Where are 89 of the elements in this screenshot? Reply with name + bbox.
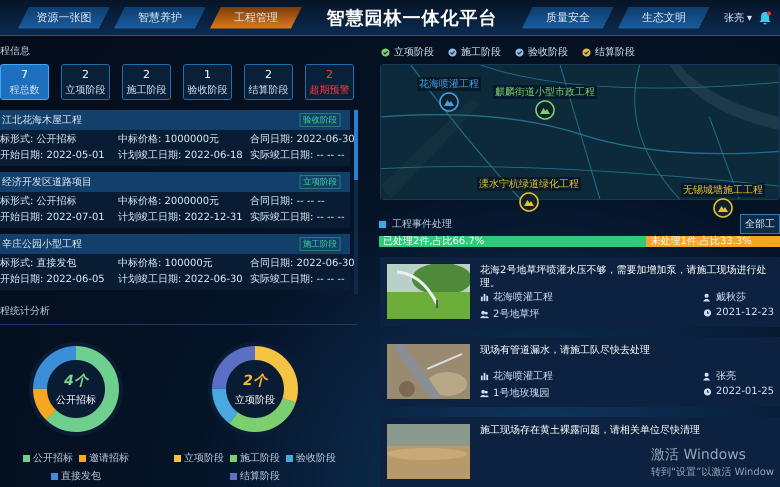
bell-icon[interactable] [758,10,772,24]
map-pin-icon[interactable] [535,100,555,120]
map-legend-label[interactable]: 结算阶段 [595,45,635,59]
project-field: 实际竣工日期: -- -- -- [250,211,350,225]
stage-tag: 立项阶段 [300,175,340,189]
map-legend-label[interactable]: 施工阶段 [461,45,501,59]
legend-label: 邀请招标 [89,452,129,465]
marker-label: 无锡城墙施工工程 [681,183,765,197]
map-pin-icon[interactable] [519,192,539,212]
legend-label: 结算阶段 [240,470,280,483]
event-project: 花海喷灌工程 [493,370,553,383]
marker-label: 溧水宁杭绿道绿化工程 [477,177,581,191]
section-title: 程信息 [0,44,31,59]
project-card[interactable]: 经济开发区道路项目 立项阶段 标形式: 公开招标 中标价格: 2000000元 合同日期: -- -- -- 开始日期: 2022-07-01 计划竣工日期: 2022-12-31 实际竣工日期: -- -- -- [0,172,350,228]
project-field: 计划竣工日期: 2022-12-31 [118,211,250,225]
event-location: 2号地草坪 [493,308,540,321]
project-field: 标形式: 公开招标 [0,195,118,209]
person-icon [702,372,712,380]
event-description: 现场有管道漏水，请施工队尽快去处理 [480,344,651,357]
map-legend-label[interactable]: 立项阶段 [394,45,434,59]
legend-label: 施工阶段 [240,452,280,465]
stat-card[interactable]: 7 程总数 [0,64,49,100]
nav-tab[interactable]: 工程管理 [210,6,302,28]
progress-text: 未处理1件,占比33.3% [650,236,752,247]
stat-card[interactable]: 2 立项阶段 [61,64,110,100]
project-field: 计划竣工日期: 2022-06-30 [118,273,250,287]
user-menu[interactable]: 张亮 ▾ [724,10,752,24]
project-field: 标形式: 公开招标 [0,133,118,147]
event-project: 花海喷灌工程 [493,290,553,304]
project-field: 标形式: 直接发包 [0,257,118,271]
activation-text: 转到“设置”以激活 Window [651,466,774,479]
legend-label: 公开招标 [33,452,73,465]
project-field: 开始日期: 2022-06-05 [0,273,118,287]
stage-tag: 验收阶段 [300,113,340,127]
marker-label: 麒麟街道小型市政工程 [493,85,597,99]
event-date: 2022-01-25 [716,386,774,397]
event-location: 1号地玫瑰园 [493,386,550,400]
project-name: 辛庄公园小型工程 [2,238,82,251]
project-name: 江北花海木屋工程 [2,114,82,127]
project-field: 中标价格: 2000000元 [118,195,250,209]
scrollbar[interactable] [354,110,358,294]
people-icon [480,310,489,318]
legend-label: 立项阶段 [184,452,224,465]
event-card[interactable]: 现场有管道漏水，请施工队尽快去处理 花海喷灌工程 1号地玫瑰园 张亮 2022-01-25 [380,337,780,407]
map-pin-icon[interactable] [713,198,733,218]
people-icon [480,388,489,398]
donut-label: 公开招标 [56,394,96,406]
project-name: 经济开发区道路项目 [2,176,92,189]
map-pin-icon[interactable] [439,92,459,112]
stat-card[interactable]: 2 结算阶段 [244,64,293,100]
project-field: 开始日期: 2022-07-01 [0,211,118,225]
legend-label: 验收阶段 [296,452,336,465]
clock-icon [702,387,712,396]
square-icon [378,220,387,228]
stat-card[interactable]: 2 施工阶段 [122,64,171,100]
activation-title: 激活 Windows [651,446,747,464]
section-title: 工程事件处理 [392,218,453,231]
donut-value: 2个 [243,372,267,390]
project-field: 中标价格: 1000000元 [118,133,250,147]
event-date: 2021-12-23 [716,307,774,318]
progress-text: 已处理2件,占比66.7% [383,236,484,247]
event-card[interactable]: 花海2号地草坪喷灌水压不够，需要加增加泵，请施工现场进行处理。 花海喷灌工程 2号地草坪 戴秋莎 2021-12-23 [380,257,780,327]
nav-tab[interactable]: 质量安全 [522,6,614,28]
donut-value: 4个 [64,372,88,390]
stat-card[interactable]: 2 超期预警 [305,64,354,100]
event-person: 戴秋莎 [716,290,746,304]
person-icon [702,292,712,302]
nav-tab[interactable]: 智慧养护 [114,6,206,28]
project-field: 开始日期: 2022-05-01 [0,149,118,163]
building-icon [480,292,489,302]
project-field: 计划竣工日期: 2022-06-18 [118,149,250,163]
platform-title: 智慧园林一体化平台 [325,6,498,30]
event-description: 花海2号地草坪喷灌水压不够，需要加增加泵，请施工现场进行处理。 [480,264,768,290]
nav-tab[interactable]: 生态文明 [618,6,710,28]
event-description: 施工现场存在黄土裸露问题，请相关单位尽快清理 [480,424,701,437]
donut-label: 立项阶段 [235,394,275,406]
stat-card[interactable]: 1 验收阶段 [183,64,232,100]
nav-tab[interactable]: 资源一张图 [18,6,110,28]
project-field: 合同日期: -- -- -- [250,195,350,209]
marker-label: 花海喷灌工程 [417,77,481,91]
map-legend-label[interactable]: 验收阶段 [528,45,568,59]
building-icon [480,372,489,380]
stage-tag: 施工阶段 [300,237,340,251]
view-all-button[interactable]: 全部工 [740,214,780,234]
project-field: 中标价格: 100000元 [118,257,250,271]
event-person: 张亮 [716,370,736,383]
clock-icon [702,308,712,317]
section-title: 程统计分析 [0,294,358,325]
legend-label: 直接发包 [61,470,101,483]
